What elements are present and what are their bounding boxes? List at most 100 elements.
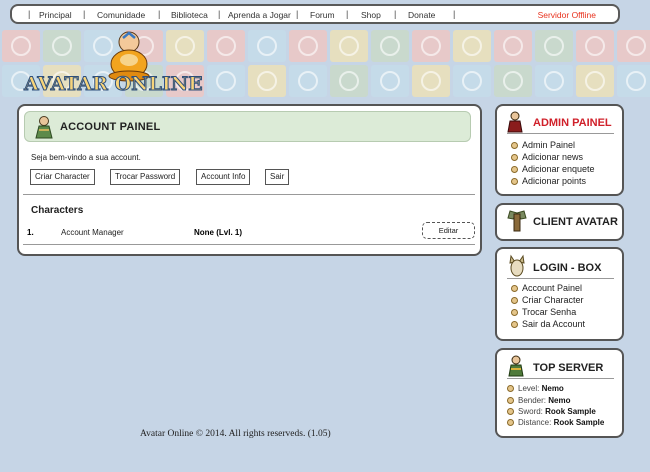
element-tile (453, 65, 491, 97)
element-symbol-icon (216, 36, 236, 56)
element-symbol-icon (257, 36, 277, 56)
element-tile (330, 30, 368, 62)
characters-heading: Characters (31, 205, 84, 216)
element-symbol-icon (462, 36, 482, 56)
divider (23, 194, 475, 195)
nav-separator: | (346, 9, 349, 19)
footer-copyright: Avatar Online © 2014. All rights reserve… (140, 429, 331, 439)
client-avatar-box[interactable]: CLIENT AVATAR (495, 203, 624, 241)
element-symbol-icon (421, 71, 441, 91)
element-tile (535, 65, 573, 97)
login-link-trocar-senha[interactable]: Trocar Senha (511, 307, 576, 317)
element-tile (371, 65, 409, 97)
avatar-online-logo[interactable]: AVATAR ONLINE (24, 73, 204, 96)
criar-character-button[interactable]: Criar Character (30, 169, 95, 185)
earth-character-icon (508, 355, 524, 377)
account-panel-header: ACCOUNT PAINEL (24, 111, 471, 142)
nav-biblioteca[interactable]: Biblioteca (171, 10, 208, 20)
bullet-icon (507, 385, 514, 392)
element-symbol-icon (585, 71, 605, 91)
element-symbol-icon (216, 71, 236, 91)
element-tile (576, 30, 614, 62)
admin-panel-box: ADMIN PAINEL Admin Painel Adicionar news… (495, 104, 624, 196)
admin-link-admin-painel[interactable]: Admin Painel (511, 140, 575, 150)
element-symbol-icon (298, 71, 318, 91)
login-link-criar-character[interactable]: Criar Character (511, 295, 584, 305)
login-link-account-painel[interactable]: Account Painel (511, 283, 582, 293)
top-server-title: TOP SERVER (533, 362, 604, 374)
character-row-number: 1. (27, 228, 34, 237)
element-tile (617, 30, 650, 62)
element-tile (248, 30, 286, 62)
trocar-password-button[interactable]: Trocar Password (110, 169, 181, 185)
edit-character-button[interactable]: Editar (422, 222, 475, 239)
flying-lemur-icon (509, 254, 525, 277)
element-tile (289, 65, 327, 97)
element-symbol-icon (585, 36, 605, 56)
admin-panel-title: ADMIN PAINEL (533, 117, 612, 129)
admin-link-adicionar-enquete[interactable]: Adicionar enquete (511, 164, 595, 174)
element-symbol-icon (298, 36, 318, 56)
element-tile (330, 65, 368, 97)
element-symbol-icon (11, 36, 31, 56)
bullet-icon (507, 408, 514, 415)
nav-separator: | (394, 9, 397, 19)
nav-shop[interactable]: Shop (361, 10, 381, 20)
admin-link-adicionar-points[interactable]: Adicionar points (511, 176, 586, 186)
account-panel: ACCOUNT PAINEL Seja bem-vindo a sua acco… (17, 104, 482, 256)
element-tile (412, 30, 450, 62)
monk-character-icon (35, 116, 53, 139)
login-box-title: LOGIN - BOX (533, 262, 602, 274)
bullet-icon (511, 142, 518, 149)
divider (507, 133, 614, 134)
login-box: LOGIN - BOX Account Painel Criar Charact… (495, 247, 624, 341)
nav-separator: | (83, 9, 86, 19)
bullet-icon (507, 419, 514, 426)
element-tile (289, 30, 327, 62)
nav-aprenda-a-jogar[interactable]: Aprenda a Jogar (228, 10, 291, 20)
bullet-icon (507, 397, 514, 404)
nav-donate[interactable]: Donate (408, 10, 435, 20)
element-symbol-icon (339, 36, 359, 56)
bullet-icon (511, 297, 518, 304)
element-symbol-icon (503, 36, 523, 56)
element-symbol-icon (503, 71, 523, 91)
element-tile (453, 30, 491, 62)
login-link-sair-da-account[interactable]: Sair da Account (511, 319, 585, 329)
element-tile (207, 65, 245, 97)
element-tile (207, 30, 245, 62)
account-panel-title: ACCOUNT PAINEL (60, 121, 161, 133)
welcome-message: Seja bem-vindo a sua account. (31, 153, 141, 162)
sair-button[interactable]: Sair (265, 169, 290, 185)
top-level-stat: Level: Nemo (507, 384, 564, 393)
element-tile (2, 30, 40, 62)
element-symbol-icon (462, 71, 482, 91)
element-symbol-icon (339, 71, 359, 91)
admin-link-adicionar-news[interactable]: Adicionar news (511, 152, 583, 162)
top-distance-stat: Distance: Rook Sample (507, 418, 604, 427)
element-symbol-icon (52, 36, 72, 56)
element-tile (412, 65, 450, 97)
nav-forum[interactable]: Forum (310, 10, 335, 20)
top-bender-stat: Bender: Nemo (507, 396, 571, 405)
element-symbol-icon (626, 36, 646, 56)
bullet-icon (511, 154, 518, 161)
element-tile (166, 30, 204, 62)
element-tile (576, 65, 614, 97)
character-row-name: Account Manager (61, 228, 124, 237)
element-tile (248, 65, 286, 97)
element-tile (494, 65, 532, 97)
nav-principal[interactable]: Principal (39, 10, 72, 20)
nav-comunidade[interactable]: Comunidade (97, 10, 145, 20)
nav-separator: | (28, 9, 31, 19)
element-symbol-icon (626, 71, 646, 91)
account-info-button[interactable]: Account Info (196, 169, 251, 185)
nav-separator: | (296, 9, 299, 19)
nav-separator: | (158, 9, 161, 19)
bullet-icon (511, 285, 518, 292)
divider (507, 378, 614, 379)
server-status: Servidor Offline (537, 10, 596, 20)
top-navigation-bar: | Principal | Comunidade | Biblioteca | … (10, 4, 620, 24)
bullet-icon (511, 321, 518, 328)
divider (23, 244, 475, 245)
